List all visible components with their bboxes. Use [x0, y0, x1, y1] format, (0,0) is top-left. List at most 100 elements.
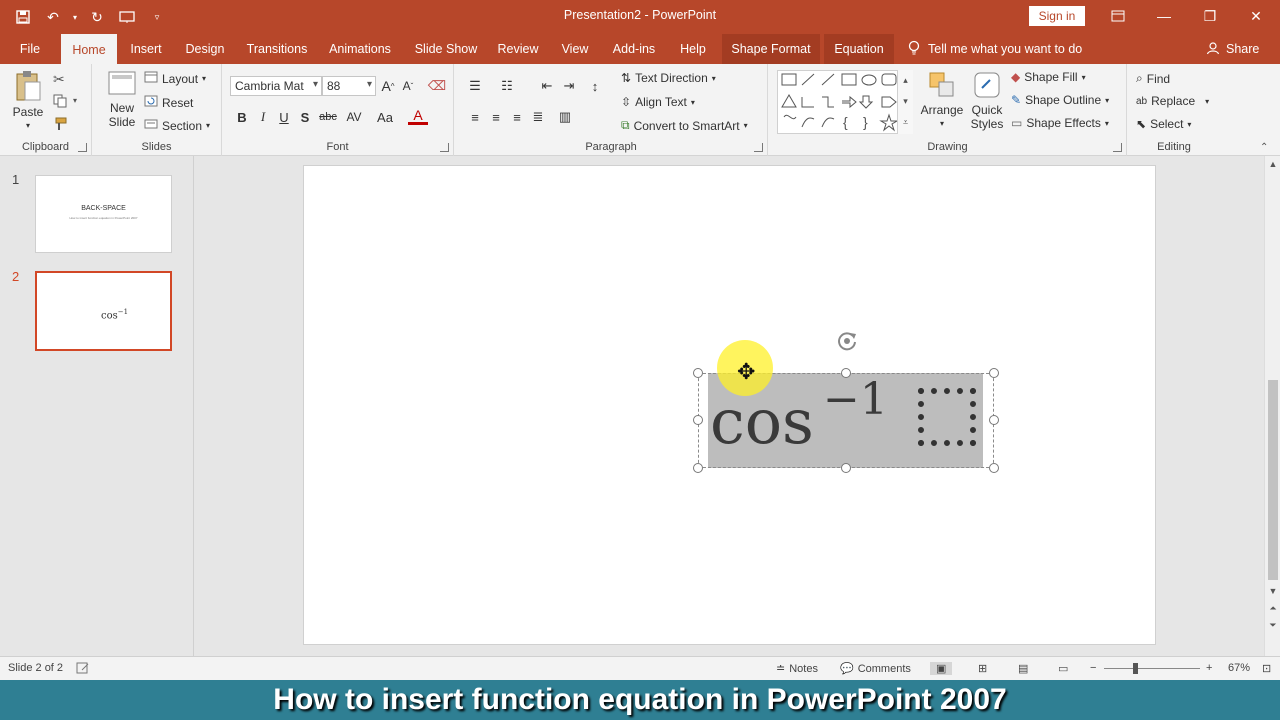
accessibility-icon[interactable]: [76, 662, 90, 674]
rotate-handle-icon[interactable]: [834, 328, 860, 357]
scroll-down-icon[interactable]: ▼: [1265, 586, 1280, 596]
increase-indent-icon[interactable]: ⇥: [559, 76, 579, 96]
comments-button[interactable]: 💬 Comments: [840, 662, 911, 676]
tab-insert[interactable]: Insert: [124, 34, 168, 64]
arrange-button[interactable]: Arrange ▾: [917, 70, 967, 131]
align-center-icon[interactable]: ≡: [486, 107, 506, 127]
paste-button[interactable]: Paste ▾: [10, 70, 46, 133]
new-slide-button[interactable]: New Slide: [102, 70, 142, 129]
align-right-icon[interactable]: ≡: [507, 107, 527, 127]
numbering-icon[interactable]: ☷: [497, 76, 517, 96]
minimize-icon[interactable]: —: [1141, 0, 1187, 32]
tab-view[interactable]: View: [556, 34, 594, 64]
strikethrough-button[interactable]: abc: [316, 107, 340, 127]
share-button[interactable]: Share: [1206, 34, 1259, 64]
fit-to-window-icon[interactable]: ⊡: [1262, 662, 1271, 675]
tab-equation[interactable]: Equation: [824, 34, 894, 64]
font-color-button[interactable]: A: [408, 107, 428, 125]
resize-handle[interactable]: [989, 415, 999, 425]
italic-button[interactable]: I: [253, 107, 273, 127]
replace-button[interactable]: ab Replace ▾: [1136, 94, 1209, 108]
tab-file[interactable]: File: [10, 34, 50, 64]
zoom-level[interactable]: 67%: [1228, 662, 1250, 674]
font-name-dropdown-icon[interactable]: ▾: [313, 79, 318, 90]
resize-handle[interactable]: [841, 463, 851, 473]
zoom-in-icon[interactable]: +: [1206, 662, 1212, 674]
tab-review[interactable]: Review: [495, 34, 541, 64]
bullets-icon[interactable]: ☰: [465, 76, 485, 96]
drawing-launcher-icon[interactable]: [1113, 143, 1122, 152]
resize-handle[interactable]: [841, 368, 851, 378]
close-icon[interactable]: ✕: [1233, 0, 1279, 32]
cut-icon[interactable]: ✂: [53, 71, 65, 88]
convert-smartart-button[interactable]: ⧉ Convert to SmartArt ▾: [621, 118, 748, 133]
notes-button[interactable]: ≐ Notes: [776, 662, 818, 676]
font-launcher-icon[interactable]: [440, 143, 449, 152]
underline-button[interactable]: U: [274, 107, 294, 127]
paste-dropdown-icon[interactable]: ▾: [26, 119, 30, 133]
change-case-button[interactable]: Aa: [372, 107, 398, 127]
scroll-up-icon[interactable]: ▲: [1265, 159, 1280, 169]
resize-handle[interactable]: [989, 368, 999, 378]
quick-styles-button[interactable]: Quick Styles: [965, 70, 1009, 131]
shape-fill-button[interactable]: ◆ Shape Fill ▾: [1011, 70, 1086, 84]
zoom-slider-thumb[interactable]: [1133, 663, 1138, 674]
grow-font-icon[interactable]: A ^: [378, 76, 398, 96]
tab-design[interactable]: Design: [180, 34, 230, 64]
ribbon-display-options-icon[interactable]: [1095, 0, 1141, 32]
tab-transitions[interactable]: Transitions: [242, 34, 312, 64]
shape-effects-button[interactable]: ▭ Shape Effects ▾: [1011, 116, 1109, 130]
zoom-slider[interactable]: [1104, 668, 1200, 669]
restore-icon[interactable]: ❐: [1187, 0, 1233, 32]
layout-button[interactable]: Layout ▾: [144, 71, 206, 86]
tab-add-ins[interactable]: Add-ins: [606, 34, 662, 64]
reading-view-icon[interactable]: ▤: [1018, 662, 1028, 675]
font-name-combo[interactable]: Cambria Mat ▾: [230, 76, 322, 96]
slide-thumbnail-2[interactable]: cos−1: [35, 271, 172, 351]
clear-formatting-icon[interactable]: ⌫: [427, 76, 447, 96]
equation-superscript[interactable]: −1: [823, 378, 888, 422]
justify-icon[interactable]: ≣: [528, 107, 548, 127]
tab-home[interactable]: Home: [61, 34, 117, 64]
tell-me-box[interactable]: Tell me what you want to do: [908, 34, 1082, 64]
text-direction-button[interactable]: ⇅ Text Direction ▾: [621, 71, 716, 85]
resize-handle[interactable]: [989, 463, 999, 473]
paragraph-launcher-icon[interactable]: [754, 143, 763, 152]
section-button[interactable]: Section ▾: [144, 118, 210, 133]
tab-animations[interactable]: Animations: [324, 34, 396, 64]
normal-view-icon[interactable]: ▣: [930, 662, 953, 675]
align-left-icon[interactable]: ≡: [465, 107, 485, 127]
decrease-indent-icon[interactable]: ⇤: [537, 76, 557, 96]
zoom-out-icon[interactable]: −: [1090, 662, 1096, 674]
clipboard-launcher-icon[interactable]: [78, 143, 87, 152]
copy-dropdown-icon[interactable]: ▾: [73, 96, 77, 105]
bold-button[interactable]: B: [232, 107, 252, 127]
shapes-gallery-scroll[interactable]: ▴ ▾ ⩡: [897, 70, 913, 134]
shapes-gallery[interactable]: {}: [777, 70, 913, 134]
resize-handle[interactable]: [693, 463, 703, 473]
previous-slide-icon[interactable]: ⏶: [1265, 603, 1280, 614]
slide-sorter-icon[interactable]: ⊞: [978, 662, 987, 675]
character-spacing-button[interactable]: AV: [342, 107, 366, 127]
reset-button[interactable]: Reset: [144, 95, 193, 110]
equation-base[interactable]: cos: [710, 391, 814, 453]
line-spacing-icon[interactable]: ↕: [585, 76, 605, 96]
tab-slide-show[interactable]: Slide Show: [409, 34, 483, 64]
slide-canvas[interactable]: cos −1 ✥: [303, 165, 1156, 645]
slide-thumbnail-1[interactable]: BACK-SPACE How to insert function equati…: [35, 175, 172, 253]
font-size-combo[interactable]: 88 ▾: [322, 76, 376, 96]
shrink-font-icon[interactable]: Aˇ: [398, 76, 418, 96]
select-button[interactable]: ⬉ Select ▾: [1136, 117, 1191, 131]
vertical-scrollbar[interactable]: ▲ ▼ ⏶ ⏷: [1264, 156, 1280, 656]
slideshow-view-icon[interactable]: ▭: [1058, 662, 1068, 675]
sign-in-button[interactable]: Sign in: [1029, 6, 1085, 26]
columns-icon[interactable]: ▥: [555, 107, 575, 127]
resize-handle[interactable]: [693, 368, 703, 378]
font-size-dropdown-icon[interactable]: ▾: [367, 79, 372, 90]
tab-shape-format[interactable]: Shape Format: [722, 34, 820, 64]
copy-icon[interactable]: [53, 94, 67, 108]
text-shadow-button[interactable]: S: [295, 107, 315, 127]
collapse-ribbon-icon[interactable]: ⌃: [1260, 142, 1268, 153]
resize-handle[interactable]: [693, 415, 703, 425]
scrollbar-thumb[interactable]: [1268, 380, 1278, 580]
